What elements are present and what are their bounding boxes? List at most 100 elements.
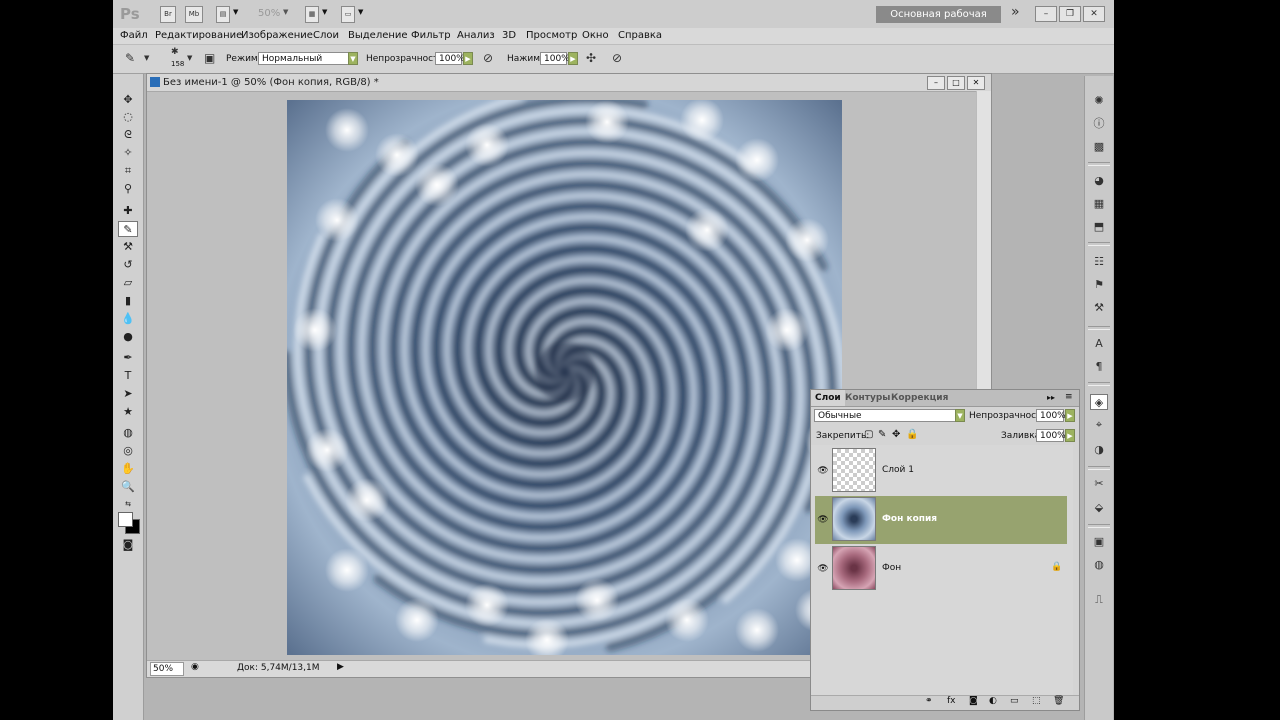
arrange-documents-button[interactable]: ▦ xyxy=(305,6,319,23)
lock-all-icon[interactable]: 🔒 xyxy=(906,429,918,440)
menu-edit[interactable]: Редактирование xyxy=(155,30,242,41)
layer-mask-icon[interactable]: ◙ xyxy=(969,696,978,706)
pen-tool-icon[interactable]: ✒ xyxy=(118,350,138,366)
document-title-bar[interactable]: Без имени-1 @ 50% (Фон копия, RGB/8) * –… xyxy=(147,74,991,92)
eyedropper-tool-icon[interactable]: ⚲ xyxy=(118,181,138,197)
brush-tool-preset-icon[interactable]: ✎ xyxy=(125,51,135,65)
flow-slider-icon[interactable]: ▶ xyxy=(568,52,578,65)
fill-slider-icon[interactable]: ▶ xyxy=(1065,429,1075,442)
lock-pixels-icon[interactable]: ✎ xyxy=(878,429,886,440)
status-options-icon[interactable]: ◉ xyxy=(191,662,199,672)
brush-tool-icon[interactable]: ✎ xyxy=(118,221,138,237)
layer-style-icon[interactable]: fx xyxy=(947,696,956,706)
layer-row-2-selected[interactable]: 👁 Фон копия xyxy=(815,496,1067,544)
tab-adjustments[interactable]: Коррекция xyxy=(887,390,952,406)
visibility-eye-icon[interactable]: 👁 xyxy=(817,514,829,526)
animation-icon[interactable]: ⎍ xyxy=(1090,592,1108,608)
visibility-eye-icon[interactable]: 👁 xyxy=(817,563,829,575)
histogram-icon[interactable]: ▩ xyxy=(1090,139,1108,155)
blend-mode-select[interactable]: Обычные xyxy=(814,409,964,422)
chevron-down-icon[interactable]: ▼ xyxy=(955,409,965,422)
menu-help[interactable]: Справка xyxy=(618,30,662,41)
paragraph-icon[interactable]: ¶ xyxy=(1090,359,1108,375)
paths-icon[interactable]: ⌖ xyxy=(1090,417,1108,433)
clone-stamp-tool-icon[interactable]: ⚒ xyxy=(118,239,138,255)
image-canvas[interactable] xyxy=(287,100,842,655)
mode-select[interactable]: Нормальный xyxy=(258,52,358,65)
history-icon[interactable]: ⬙ xyxy=(1090,500,1108,516)
airbrush-icon[interactable]: ✣ xyxy=(586,51,596,65)
new-layer-icon[interactable]: ⬚ xyxy=(1032,696,1041,706)
panel-menu-icon[interactable]: ≡ xyxy=(1065,392,1073,402)
zoom-tool-icon[interactable]: 🔍 xyxy=(118,479,138,495)
foreground-color-swatch[interactable] xyxy=(118,512,133,527)
masks-icon[interactable]: ▣ xyxy=(1090,534,1108,550)
info-icon[interactable]: ⓘ xyxy=(1090,116,1108,132)
quick-mask-icon[interactable]: ◙ xyxy=(118,537,138,553)
brush-presets-icon[interactable]: ☷ xyxy=(1090,254,1108,270)
chevron-down-icon[interactable]: ▼ xyxy=(322,8,327,16)
menu-filter[interactable]: Фильтр xyxy=(411,30,451,41)
brush-tip-icon[interactable]: ✱ xyxy=(171,47,179,57)
chevron-down-icon[interactable]: ▼ xyxy=(348,52,358,65)
collapse-panel-icon[interactable]: ▸▸ xyxy=(1047,393,1055,402)
group-folder-icon[interactable]: ▭ xyxy=(1010,696,1019,706)
status-zoom-field[interactable]: 50% xyxy=(150,662,184,676)
actions-icon[interactable]: ✂ xyxy=(1090,476,1108,492)
lock-position-icon[interactable]: ✥ xyxy=(892,429,900,440)
swatches-icon[interactable]: ▦ xyxy=(1090,196,1108,212)
hand-tool-icon[interactable]: ✋ xyxy=(118,461,138,477)
styles-icon[interactable]: ⬒ xyxy=(1090,219,1108,235)
menu-3d[interactable]: 3D xyxy=(502,30,516,41)
swap-colors-icon[interactable]: ⇆ xyxy=(118,496,138,512)
chevron-down-icon[interactable]: ▼ xyxy=(358,8,363,16)
more-workspaces-icon[interactable]: » xyxy=(1011,4,1020,20)
chevron-down-icon[interactable]: ▼ xyxy=(283,8,288,16)
layer-row-1[interactable]: 👁 Слой 1 xyxy=(815,447,1067,495)
lasso-tool-icon[interactable]: ᘓ xyxy=(118,127,138,143)
menu-image[interactable]: Изображение xyxy=(241,30,313,41)
layers-dock-icon[interactable]: ◈ xyxy=(1090,394,1108,410)
layer-row-3[interactable]: 👁 Фон 🔒 xyxy=(815,545,1067,593)
tab-layers[interactable]: Слои xyxy=(811,390,845,406)
layer-opacity-field[interactable]: 100% xyxy=(1036,409,1066,422)
lock-transparent-icon[interactable]: ▢ xyxy=(864,429,873,440)
adjustments-icon[interactable]: ◑ xyxy=(1090,442,1108,458)
tablet-pressure-opacity-icon[interactable]: ⊘ xyxy=(483,51,493,65)
history-brush-tool-icon[interactable]: ↺ xyxy=(118,257,138,273)
menu-select[interactable]: Выделение xyxy=(348,30,408,41)
mini-bridge-button[interactable]: Mb xyxy=(185,6,203,23)
character-icon[interactable]: A xyxy=(1090,336,1108,352)
menu-window[interactable]: Окно xyxy=(582,30,609,41)
tablet-pressure-size-icon[interactable]: ⊘ xyxy=(612,51,622,65)
bridge-button[interactable]: Br xyxy=(160,6,176,23)
flow-field[interactable]: 100% xyxy=(540,52,570,65)
healing-brush-tool-icon[interactable]: ✚ xyxy=(118,203,138,219)
menu-layers[interactable]: Слои xyxy=(313,30,339,41)
chevron-down-icon[interactable]: ▼ xyxy=(233,8,238,16)
dodge-tool-icon[interactable]: ● xyxy=(118,329,138,345)
path-selection-tool-icon[interactable]: ➤ xyxy=(118,386,138,402)
brush-panel-icon[interactable]: ▣ xyxy=(204,51,215,65)
chevron-down-icon[interactable]: ▼ xyxy=(144,54,149,62)
trash-icon[interactable]: 🗑 xyxy=(1053,696,1064,706)
3d-icon[interactable]: ◍ xyxy=(1090,557,1108,573)
chevron-down-icon[interactable]: ▼ xyxy=(187,54,192,62)
3d-rotate-tool-icon[interactable]: ◍ xyxy=(118,425,138,441)
type-tool-icon[interactable]: T xyxy=(118,368,138,384)
screen-mode-button[interactable]: ▭ xyxy=(341,6,355,23)
zoom-level[interactable]: 50% xyxy=(258,8,280,19)
minimize-icon[interactable]: – xyxy=(1035,6,1057,22)
menu-file[interactable]: Файл xyxy=(120,30,148,41)
tool-presets-icon[interactable]: ⚒ xyxy=(1090,300,1108,316)
blur-tool-icon[interactable]: 💧 xyxy=(118,311,138,327)
menu-analysis[interactable]: Анализ xyxy=(457,30,495,41)
opacity-slider-icon[interactable]: ▶ xyxy=(463,52,473,65)
visibility-eye-icon[interactable]: 👁 xyxy=(817,465,829,477)
extras-button[interactable]: ▤ xyxy=(216,6,230,23)
crop-tool-icon[interactable]: ⌗ xyxy=(118,163,138,179)
clone-source-icon[interactable]: ⚑ xyxy=(1090,277,1108,293)
workspace-switcher[interactable]: Основная рабочая среда xyxy=(876,6,1001,37)
link-layers-icon[interactable]: ⚭ xyxy=(925,696,933,706)
close-icon[interactable]: ✕ xyxy=(967,76,985,90)
